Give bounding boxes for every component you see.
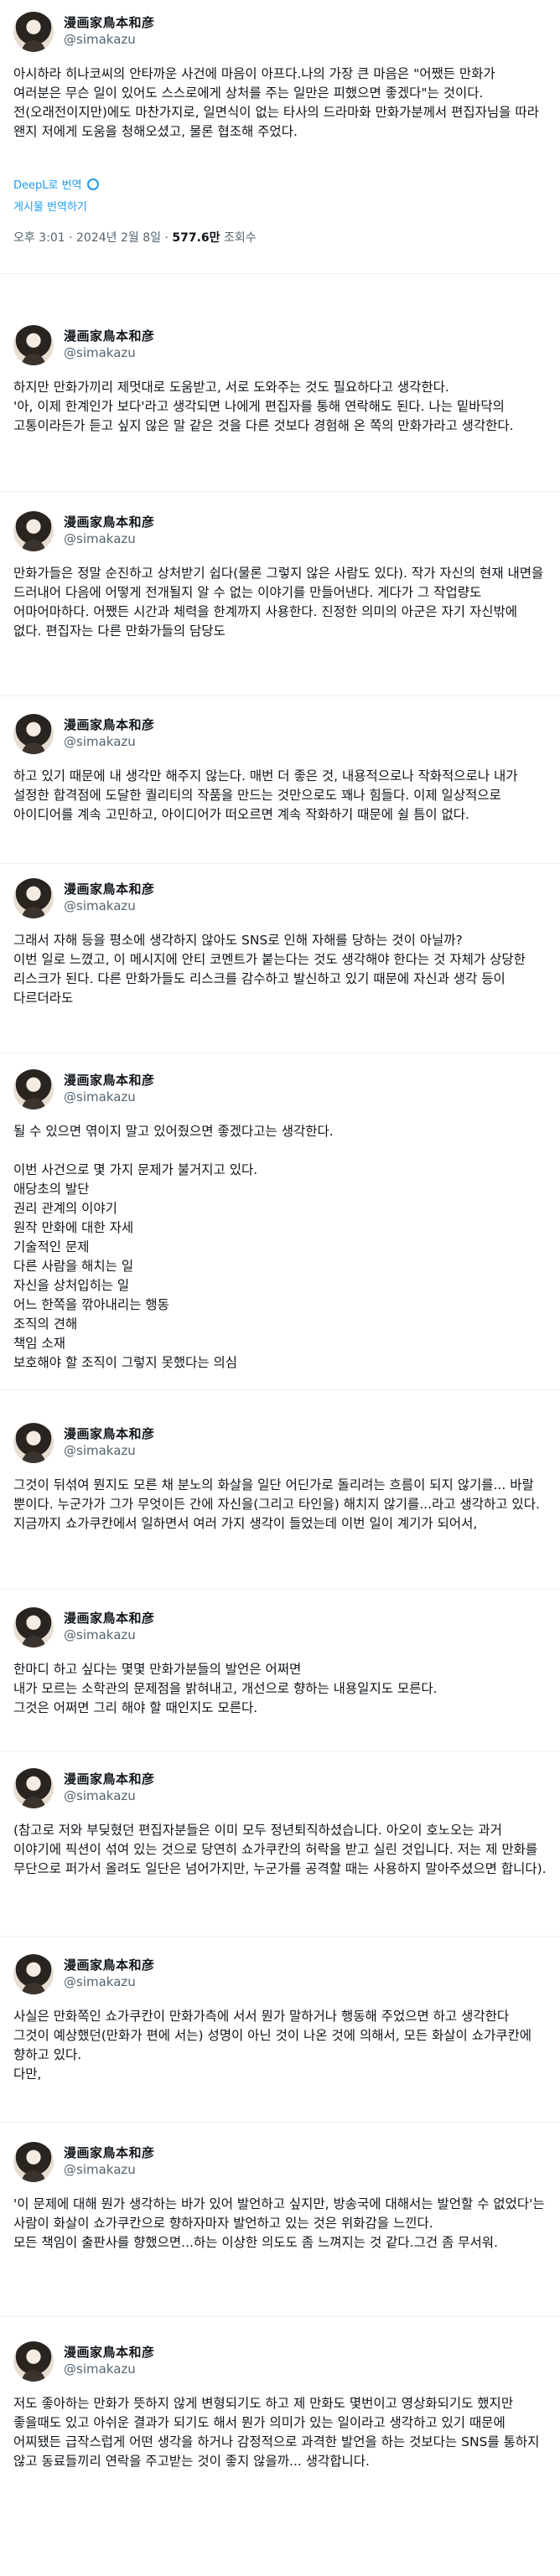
post-text: 될 수 있으면 엮이지 말고 있어줬으면 좋겠다고는 생각한다. 이번 사건으로… <box>13 1124 334 1370</box>
avatar[interactable] <box>13 714 54 754</box>
divider <box>0 1589 560 1590</box>
author-name[interactable]: 漫画家鳥本和彦 <box>64 327 155 344</box>
author-handle[interactable]: @simakazu <box>64 1089 136 1104</box>
avatar[interactable] <box>13 2142 54 2182</box>
avatar[interactable] <box>13 1069 54 1110</box>
post-text: 한마디 하고 싶다는 몇몇 만화가분들의 발언은 어쩌면 내가 모르는 소학관의… <box>13 1662 438 1715</box>
post-text: 그래서 자해 등을 평소에 생각하지 않아도 SNS로 인해 자해를 당하는 것… <box>13 933 526 1006</box>
divider <box>0 1936 560 1937</box>
author-handle[interactable]: @simakazu <box>64 734 136 749</box>
translation-credit[interactable]: DeepL로 번역 <box>13 176 99 192</box>
author-name[interactable]: 漫画家鳥本和彦 <box>64 513 155 530</box>
author-name[interactable]: 漫画家鳥本和彦 <box>64 1071 155 1089</box>
author-name[interactable]: 漫画家鳥本和彦 <box>64 880 155 897</box>
author-name[interactable]: 漫画家鳥本和彦 <box>64 1956 155 1973</box>
view-count: 577.6만 <box>172 231 220 245</box>
post-meta: 오후 3:01 · 2024년 2월 8일 · 577.6만 조회수 <box>13 229 257 246</box>
avatar[interactable] <box>13 1954 54 1994</box>
post-time[interactable]: 오후 3:01 · 2024년 2월 8일 · <box>13 231 172 245</box>
author-handle[interactable]: @simakazu <box>64 32 136 47</box>
post-text: 만화가들은 정말 순진하고 상처받기 쉽다(물론 그렇지 않은 사람도 있다).… <box>13 566 548 639</box>
author-handle[interactable]: @simakazu <box>64 345 136 360</box>
post-text: (참고로 저와 부딪혔던 편집자분들은 이미 모두 정년퇴직하셨습니다. 아오이… <box>13 1823 547 1876</box>
author-handle[interactable]: @simakazu <box>64 898 136 913</box>
divider <box>0 1751 560 1752</box>
post-text: 하지만 만화가끼리 제멋대로 도움받고, 서로 도와주는 것도 필요하다고 생각… <box>13 380 514 433</box>
rate-translation-link[interactable]: 게시물 번역하기 <box>13 198 87 214</box>
avatar[interactable] <box>13 1768 54 1808</box>
avatar[interactable] <box>13 1423 54 1463</box>
author-handle[interactable]: @simakazu <box>64 1788 136 1803</box>
author-handle[interactable]: @simakazu <box>64 2361 136 2377</box>
gear-icon[interactable] <box>86 178 99 190</box>
author-handle[interactable]: @simakazu <box>64 1974 136 1989</box>
post-text: 사실은 만화쪽인 쇼가쿠칸이 만화가측에 서서 뭔가 말하거나 행동해 주었으면… <box>13 2009 532 2082</box>
author-handle[interactable]: @simakazu <box>64 1443 136 1458</box>
author-name[interactable]: 漫画家鳥本和彦 <box>64 2144 155 2161</box>
avatar[interactable] <box>13 878 54 918</box>
author-name[interactable]: 漫画家鳥本和彦 <box>64 1609 155 1627</box>
views-label: 조회수 <box>220 231 257 245</box>
avatar[interactable] <box>13 12 54 52</box>
author-name[interactable]: 漫画家鳥本和彦 <box>64 13 155 31</box>
avatar[interactable] <box>13 511 54 551</box>
divider <box>0 491 560 492</box>
post-text: 아시하라 히나코씨의 안타까운 사건에 마음이 아프다.나의 가장 큰 마음은 … <box>13 66 539 139</box>
author-handle[interactable]: @simakazu <box>64 1627 136 1642</box>
divider <box>0 2122 560 2123</box>
avatar[interactable] <box>13 325 54 365</box>
author-name[interactable]: 漫画家鳥本和彦 <box>64 1425 155 1442</box>
author-name[interactable]: 漫画家鳥本和彦 <box>64 716 155 733</box>
avatar[interactable] <box>13 2341 54 2382</box>
post-text: 그것이 뒤섞여 뭔지도 모른 채 분노의 화살을 일단 어딘가로 돌리려는 흐름… <box>13 1477 544 1531</box>
divider <box>0 273 560 274</box>
author-name[interactable]: 漫画家鳥本和彦 <box>64 2343 155 2361</box>
divider <box>0 863 560 864</box>
deepl-label[interactable]: DeepL로 번역 <box>13 179 82 192</box>
divider <box>0 1389 560 1390</box>
author-handle[interactable]: @simakazu <box>64 2162 136 2177</box>
post-text: 하고 있기 때문에 내 생각만 해주지 않는다. 매번 더 좋은 것, 내용적으… <box>13 768 522 822</box>
post-text: '이 문제에 대해 뭔가 생각하는 바가 있어 발언하고 싶지만, 방송국에 대… <box>13 2196 545 2250</box>
divider <box>0 2316 560 2317</box>
author-handle[interactable]: @simakazu <box>64 531 136 546</box>
post-text: 저도 좋아하는 만화가 뜻하지 않게 변형되기도 하고 제 만화도 몇번이고 영… <box>13 2396 540 2469</box>
author-name[interactable]: 漫画家鳥本和彦 <box>64 1770 155 1787</box>
avatar[interactable] <box>13 1607 54 1648</box>
